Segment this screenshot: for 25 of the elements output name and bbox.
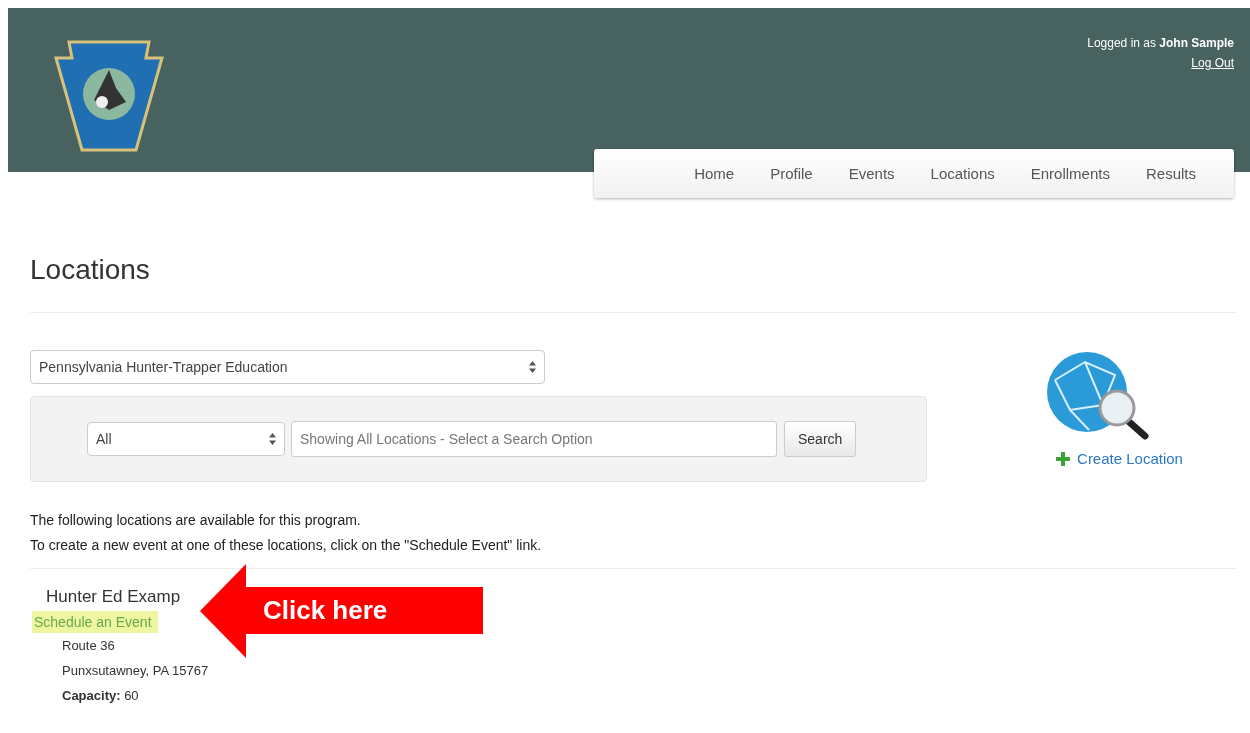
intro-text: To create a new event at one of these locations, click on the "Schedule Event" link.: [30, 536, 543, 555]
plus-icon: [1055, 450, 1072, 467]
nav-link[interactable]: Home: [694, 165, 735, 182]
nav-link[interactable]: Profile: [770, 165, 813, 182]
search-field[interactable]: Showing All Locations - Select a Search Option: [291, 421, 777, 457]
location-name: Hunter Ed Examp: [46, 587, 182, 607]
logo-icon: [54, 40, 164, 152]
capacity-text: Capacity: 60: [62, 687, 140, 705]
program-select[interactable]: Pennsylvania Hunter-Trapper Education: [30, 350, 545, 384]
logged-in-text: Logged in as John Sample: [1087, 36, 1234, 50]
caret-icon: [269, 433, 276, 445]
nav-link[interactable]: Enrollments: [1030, 165, 1110, 182]
create-location-link[interactable]: Create Location: [1055, 450, 1183, 467]
filter-select[interactable]: All: [87, 422, 285, 456]
address-line: Punxsutawney, PA 15767: [62, 662, 210, 680]
page-title: Locations: [30, 254, 151, 286]
search-button[interactable]: Search: [784, 421, 857, 457]
nav-link[interactable]: Events: [848, 165, 895, 182]
intro-text: The following locations are available for this program.: [30, 511, 362, 530]
arrow-head-icon: [200, 564, 246, 658]
nav-link[interactable]: Locations: [930, 165, 995, 182]
logout-link[interactable]: Log Out: [1191, 56, 1234, 70]
nav-link[interactable]: Results: [1145, 165, 1196, 182]
caret-icon: [529, 361, 536, 373]
address-line: Route 36: [62, 637, 116, 655]
